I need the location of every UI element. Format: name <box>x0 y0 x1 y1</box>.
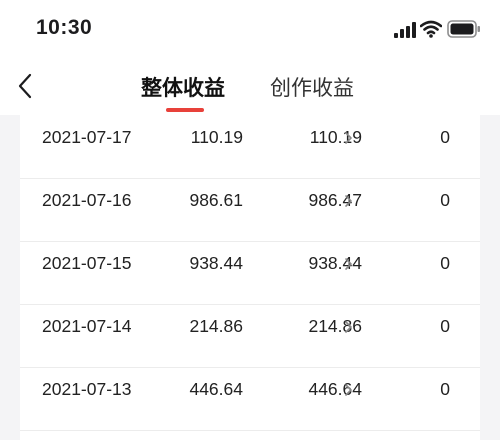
row-creation-earnings[interactable]: 938.44 <box>308 253 362 274</box>
nav-bar: 整体收益 创作收益 <box>0 60 500 115</box>
status-bar: 10:30 <box>0 0 500 60</box>
row-total-earnings: 986.61 <box>189 190 243 210</box>
tab-overall-earnings[interactable]: 整体收益 <box>141 72 225 102</box>
table-row[interactable]: 2021-07-17 110.19 110.19 0 <box>20 115 480 179</box>
chevron-right-icon[interactable] <box>344 194 353 208</box>
row-other-earnings: 0 <box>440 379 450 399</box>
row-other-earnings: 0 <box>440 190 450 210</box>
row-creation-earnings[interactable]: 446.64 <box>308 379 362 400</box>
row-date: 2021-07-13 <box>42 379 132 399</box>
cellular-signal-icon <box>394 22 416 38</box>
row-total-earnings: 214.86 <box>189 316 243 336</box>
chevron-right-icon[interactable] <box>344 383 353 397</box>
row-other-earnings: 0 <box>440 127 450 147</box>
row-creation-earnings[interactable]: 986.47 <box>308 190 362 211</box>
status-time: 10:30 <box>36 16 93 39</box>
battery-icon <box>447 20 480 38</box>
chevron-right-icon[interactable] <box>344 131 353 145</box>
chevron-left-icon[interactable] <box>14 72 38 100</box>
chevron-right-icon[interactable] <box>344 320 353 334</box>
row-creation-earnings[interactable]: 214.86 <box>308 316 362 337</box>
row-date: 2021-07-17 <box>42 127 132 147</box>
table-row[interactable]: 2021-07-16 986.61 986.47 0 <box>20 178 480 242</box>
table-row[interactable]: 2021-07-14 214.86 214.86 0 <box>20 304 480 368</box>
row-date: 2021-07-14 <box>42 316 132 336</box>
table-row[interactable]: 2021-07-13 446.64 446.64 0 <box>20 367 480 431</box>
app-screen: 10:30 整体收益 创作收益 2021-07-17 110.19 110.19… <box>0 0 500 440</box>
tab-creation-earnings[interactable]: 创作收益 <box>270 72 354 102</box>
row-creation-earnings[interactable]: 110.19 <box>310 127 362 148</box>
wifi-icon <box>420 20 442 38</box>
row-total-earnings: 110.19 <box>190 127 243 147</box>
earnings-list: 2021-07-17 110.19 110.19 0 2021-07-16 98… <box>20 115 480 440</box>
row-total-earnings: 446.64 <box>189 379 243 399</box>
row-total-earnings: 938.44 <box>189 253 243 273</box>
active-tab-indicator <box>166 108 204 112</box>
chevron-right-icon[interactable] <box>344 257 353 271</box>
row-date: 2021-07-15 <box>42 253 132 273</box>
table-row[interactable]: 2021-07-15 938.44 938.44 0 <box>20 241 480 305</box>
row-other-earnings: 0 <box>440 316 450 336</box>
row-other-earnings: 0 <box>440 253 450 273</box>
row-date: 2021-07-16 <box>42 190 132 210</box>
